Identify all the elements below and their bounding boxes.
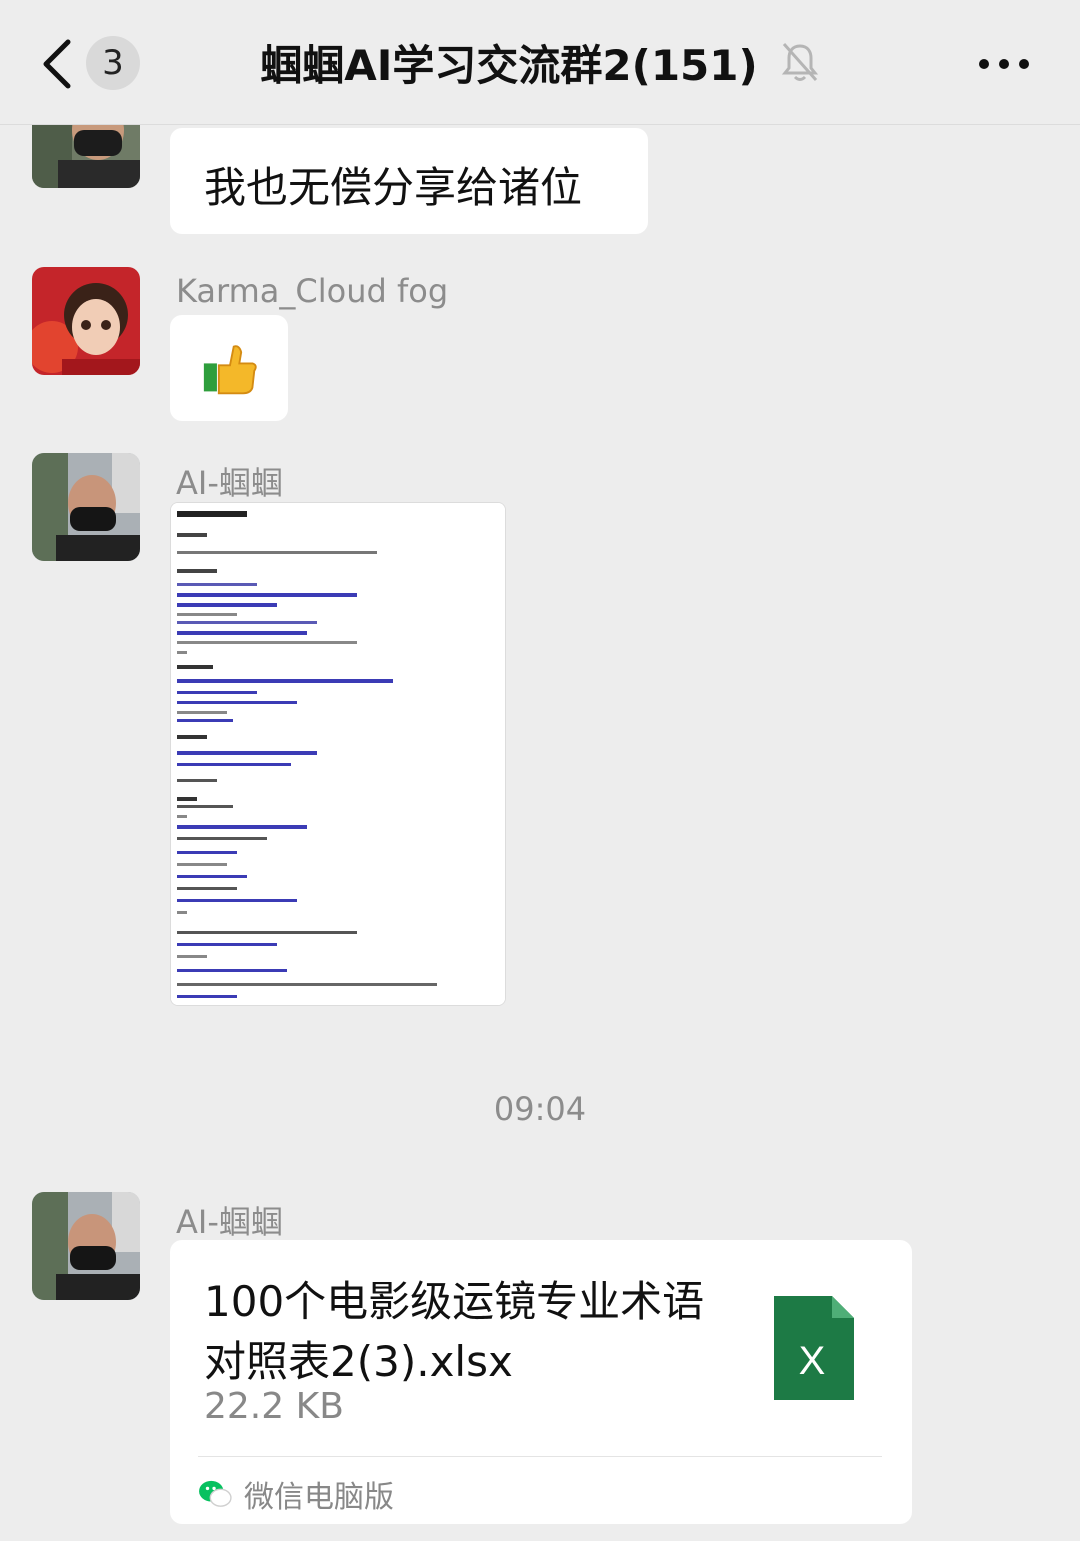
message-bubble[interactable] xyxy=(170,315,288,421)
file-source-label: 微信电脑版 xyxy=(244,1480,394,1515)
sender-name: AI-蝈蝈 xyxy=(176,1203,283,1241)
image-message-document-preview[interactable] xyxy=(170,502,506,1006)
excel-icon-letter: X xyxy=(799,1339,826,1383)
unread-count-badge[interactable]: 3 xyxy=(86,36,140,90)
avatar[interactable] xyxy=(32,1192,140,1300)
ellipsis-icon xyxy=(979,59,1029,69)
more-options-button[interactable] xyxy=(970,44,1038,84)
document-screenshot-image xyxy=(171,503,505,1005)
avatar-image xyxy=(32,453,140,561)
avatar-image xyxy=(32,1192,140,1300)
wechat-icon xyxy=(199,1480,232,1507)
file-name: 100个电影级运镜专业术语对照表2(3).xlsx xyxy=(204,1277,705,1386)
avatar-image xyxy=(32,267,140,375)
divider xyxy=(198,1456,882,1457)
sender-name: Karma_Cloud fog xyxy=(176,272,449,310)
excel-icon: X xyxy=(774,1296,854,1400)
back-button[interactable] xyxy=(38,36,78,92)
sender-name: AI-蝈蝈 xyxy=(176,464,283,502)
file-message-card[interactable]: 100个电影级运镜专业术语对照表2(3).xlsx 22.2 KB X 微信电脑… xyxy=(170,1240,912,1524)
file-size: 22.2 KB xyxy=(204,1386,344,1427)
avatar[interactable] xyxy=(32,267,140,375)
title-container: 蝈蝈AI学习交流群2(151) xyxy=(180,30,900,94)
message-text: 我也无偿分享给诸位 xyxy=(204,163,583,212)
chat-header: 3 蝈蝈AI学习交流群2(151) xyxy=(0,0,1080,125)
message-timestamp: 09:04 xyxy=(493,1090,587,1128)
file-source: 微信电脑版 xyxy=(198,1472,394,1516)
thumbs-up-icon xyxy=(203,345,257,395)
message-bubble[interactable]: 我也无偿分享给诸位 xyxy=(170,128,648,234)
chat-title: 蝈蝈AI学习交流群2(151) xyxy=(260,40,758,90)
chevron-left-icon xyxy=(43,39,71,89)
bell-muted-icon xyxy=(781,43,818,81)
avatar[interactable] xyxy=(32,453,140,561)
chat-screen: 3 蝈蝈AI学习交流群2(151) 我也无偿分享给诸位 Karma_Cloud … xyxy=(0,0,1080,1541)
